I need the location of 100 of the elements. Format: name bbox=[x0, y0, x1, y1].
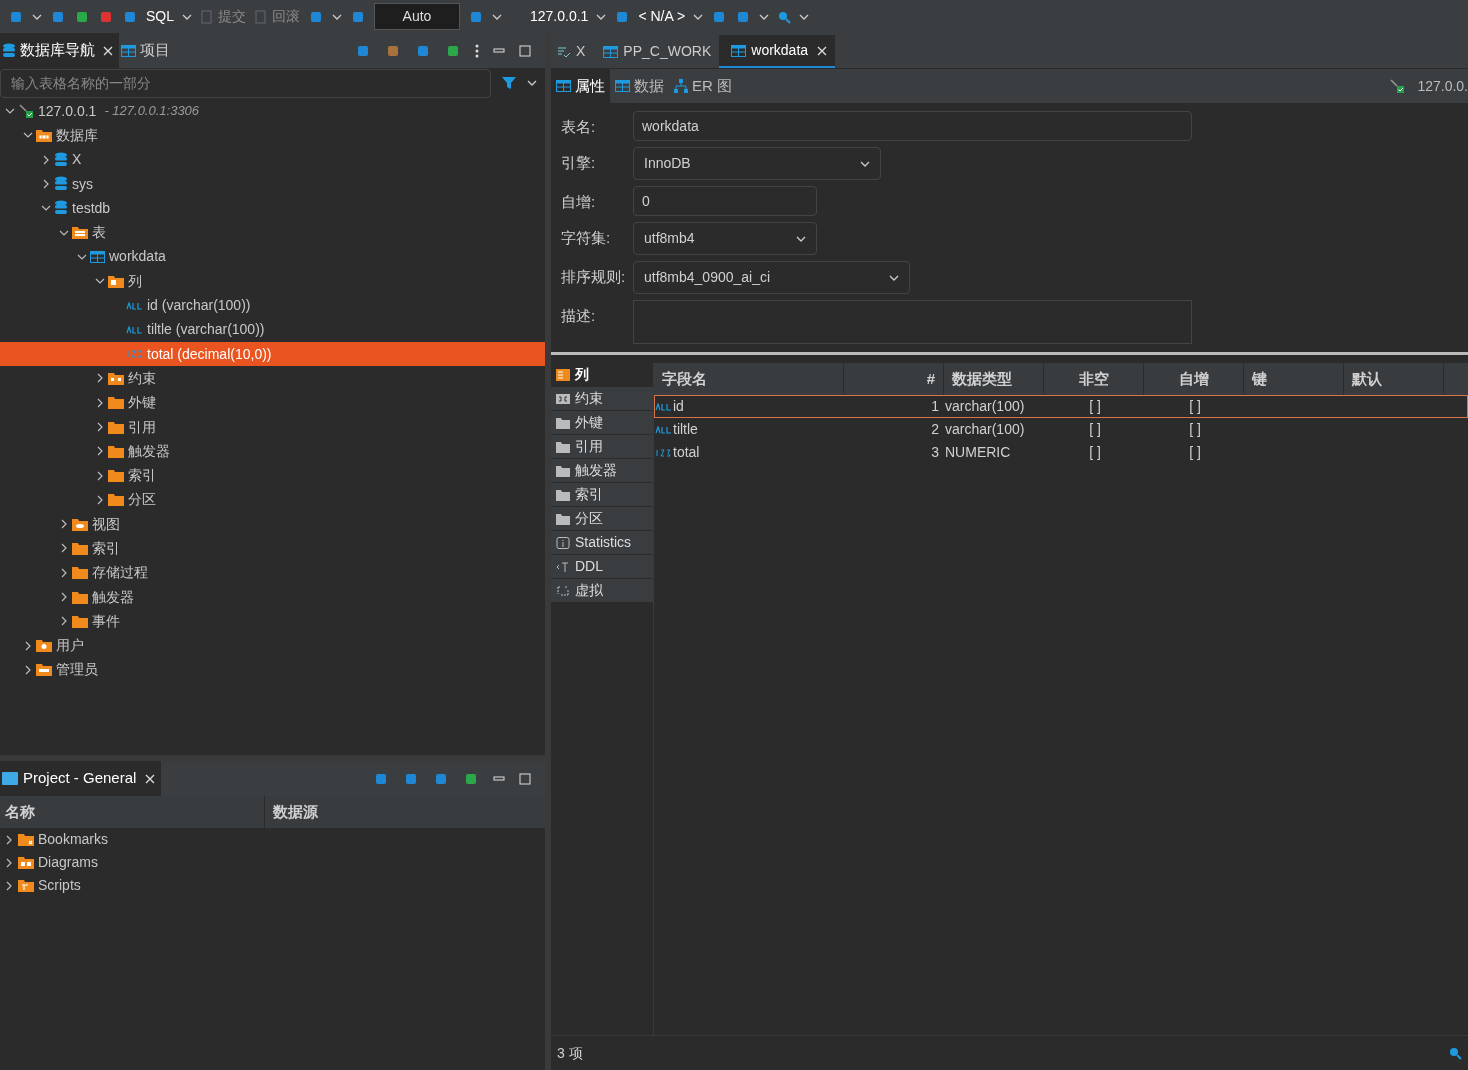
tree-item[interactable]: 视图 bbox=[0, 512, 545, 537]
editor-tab[interactable]: X bbox=[551, 35, 592, 68]
chevron-right-icon[interactable] bbox=[4, 857, 14, 868]
text-field[interactable]: workdata bbox=[633, 111, 1192, 141]
table-row[interactable]: total 3 NUMERIC [ ] [ ] bbox=[654, 441, 1468, 464]
section-item[interactable]: 索引 bbox=[551, 483, 653, 507]
tree-item[interactable]: 分区 bbox=[0, 487, 545, 513]
schema-selector[interactable]: < N/A > bbox=[638, 6, 686, 27]
text-field[interactable]: 0 bbox=[633, 186, 817, 216]
caret-icon[interactable] bbox=[527, 79, 537, 87]
caret-icon[interactable] bbox=[332, 12, 342, 21]
filter-field[interactable]: 输入表格名称的一部分 bbox=[0, 68, 491, 98]
search-icon[interactable] bbox=[777, 9, 792, 24]
caret-icon[interactable] bbox=[799, 12, 810, 21]
column-header[interactable]: 非空 bbox=[1044, 363, 1144, 395]
section-item[interactable]: 分区 bbox=[551, 507, 653, 531]
tree-item[interactable]: 触发器 bbox=[0, 584, 545, 610]
caret-icon[interactable] bbox=[889, 273, 899, 282]
chevron-right-icon[interactable] bbox=[41, 154, 51, 165]
maximize-icon[interactable] bbox=[519, 772, 531, 785]
tree-item[interactable]: 列 bbox=[0, 269, 545, 294]
more-icon[interactable] bbox=[475, 43, 479, 58]
search-icon[interactable] bbox=[1448, 1046, 1462, 1060]
tree-item[interactable]: 事件 bbox=[0, 609, 545, 634]
panel-tab[interactable]: 项目 bbox=[119, 33, 176, 68]
select-field[interactable]: utf8mb4_0900_ai_ci bbox=[633, 261, 910, 294]
connection-selector[interactable]: 127.0.0.1 bbox=[530, 6, 589, 27]
project-item[interactable]: Bookmarks bbox=[0, 828, 545, 851]
column-header[interactable]: # bbox=[844, 363, 944, 395]
editor-subtab[interactable]: 数据 bbox=[610, 69, 669, 103]
column-header[interactable]: 数据类型 bbox=[944, 363, 1044, 395]
tree-item[interactable]: 管理员 bbox=[0, 657, 545, 683]
tree-item[interactable]: sys bbox=[0, 171, 545, 197]
chevron-right-icon[interactable] bbox=[59, 567, 69, 578]
tree-item[interactable]: 引用 bbox=[0, 414, 545, 440]
chevron-right-icon[interactable] bbox=[59, 592, 69, 603]
panel-tab[interactable]: 数据库导航 bbox=[0, 33, 119, 68]
chevron-right-icon[interactable] bbox=[95, 446, 105, 457]
description-field[interactable] bbox=[633, 300, 1192, 344]
close-icon[interactable] bbox=[145, 773, 156, 784]
close-icon[interactable] bbox=[103, 45, 113, 56]
section-item[interactable]: Statistics bbox=[551, 531, 653, 555]
column-header[interactable]: 自增 bbox=[1144, 363, 1244, 395]
section-item[interactable]: 外键 bbox=[551, 411, 653, 435]
tree-item[interactable]: 127.0.0.1 - 127.0.0.1:3306 bbox=[0, 99, 545, 124]
chevron-right-icon[interactable] bbox=[95, 470, 105, 481]
caret-icon[interactable] bbox=[32, 12, 42, 21]
editor-tab[interactable]: workdata bbox=[719, 35, 836, 68]
tree-item[interactable]: testdb bbox=[0, 196, 545, 221]
tree-item[interactable]: 存储过程 bbox=[0, 560, 545, 585]
chevron-right-icon[interactable] bbox=[4, 880, 14, 891]
chevron-right-icon[interactable] bbox=[4, 834, 14, 845]
section-item[interactable]: 约束 bbox=[551, 387, 653, 411]
tree-item[interactable]: tiltle (varchar(100)) bbox=[0, 317, 545, 342]
caret-icon[interactable] bbox=[492, 12, 502, 21]
column-header[interactable]: 键 bbox=[1244, 363, 1344, 395]
tree-item[interactable]: 用户 bbox=[0, 633, 545, 658]
tree-item[interactable]: 约束 bbox=[0, 366, 545, 391]
panel-tab[interactable]: Project - General bbox=[0, 761, 162, 796]
editor-subtab[interactable]: 属性 bbox=[551, 69, 610, 103]
column-header[interactable]: 名称 bbox=[0, 796, 265, 828]
column-header[interactable]: 默认 bbox=[1344, 363, 1444, 395]
filter-icon[interactable] bbox=[501, 76, 517, 90]
table-row[interactable]: tiltle 2 varchar(100) [ ] [ ] bbox=[654, 418, 1468, 441]
section-item[interactable]: 触发器 bbox=[551, 459, 653, 483]
editor-tab[interactable]: PP_C_WORK bbox=[591, 35, 720, 68]
tree-item[interactable]: 触发器 bbox=[0, 439, 545, 464]
chevron-right-icon[interactable] bbox=[41, 179, 51, 190]
tree-item[interactable]: 数据库 bbox=[0, 123, 545, 148]
project-item[interactable]: Diagrams bbox=[0, 851, 545, 874]
editor-subtab[interactable]: ER 图 bbox=[669, 69, 737, 103]
table-row[interactable]: id 1 varchar(100) [ ] [ ] bbox=[654, 395, 1468, 418]
chevron-right-icon[interactable] bbox=[23, 664, 33, 675]
tree-item[interactable]: workdata bbox=[0, 244, 545, 270]
chevron-right-icon[interactable] bbox=[95, 422, 105, 432]
chevron-right-icon[interactable] bbox=[59, 519, 69, 530]
project-item[interactable]: Scripts bbox=[0, 874, 545, 897]
tree-item[interactable]: 表 bbox=[0, 220, 545, 245]
select-field[interactable]: utf8mb4 bbox=[633, 222, 817, 255]
section-item[interactable]: DDL bbox=[551, 555, 653, 579]
chevron-right-icon[interactable] bbox=[95, 494, 105, 505]
column-header[interactable]: 字段名 bbox=[654, 363, 844, 395]
tree-item[interactable]: X bbox=[0, 147, 545, 172]
column-header[interactable]: 数据源 bbox=[265, 796, 545, 828]
chevron-right-icon[interactable] bbox=[95, 397, 105, 408]
chevron-right-icon[interactable] bbox=[59, 543, 69, 554]
tree-item[interactable]: 索引 bbox=[0, 536, 545, 561]
caret-icon[interactable] bbox=[796, 234, 806, 243]
maximize-icon[interactable] bbox=[519, 44, 531, 57]
section-item[interactable]: 虚拟 bbox=[551, 579, 653, 603]
select-field[interactable]: InnoDB bbox=[633, 147, 881, 180]
close-icon[interactable] bbox=[817, 45, 828, 56]
caret-icon[interactable] bbox=[759, 12, 770, 21]
tree-item[interactable]: 外键 bbox=[0, 390, 545, 415]
caret-icon[interactable] bbox=[693, 12, 704, 21]
caret-icon[interactable] bbox=[182, 12, 192, 21]
chevron-right-icon[interactable] bbox=[95, 373, 105, 384]
section-item[interactable]: 引用 bbox=[551, 435, 653, 459]
tree-item[interactable]: id (varchar(100)) bbox=[0, 293, 545, 318]
tree-item[interactable]: total (decimal(10,0)) bbox=[0, 341, 545, 367]
